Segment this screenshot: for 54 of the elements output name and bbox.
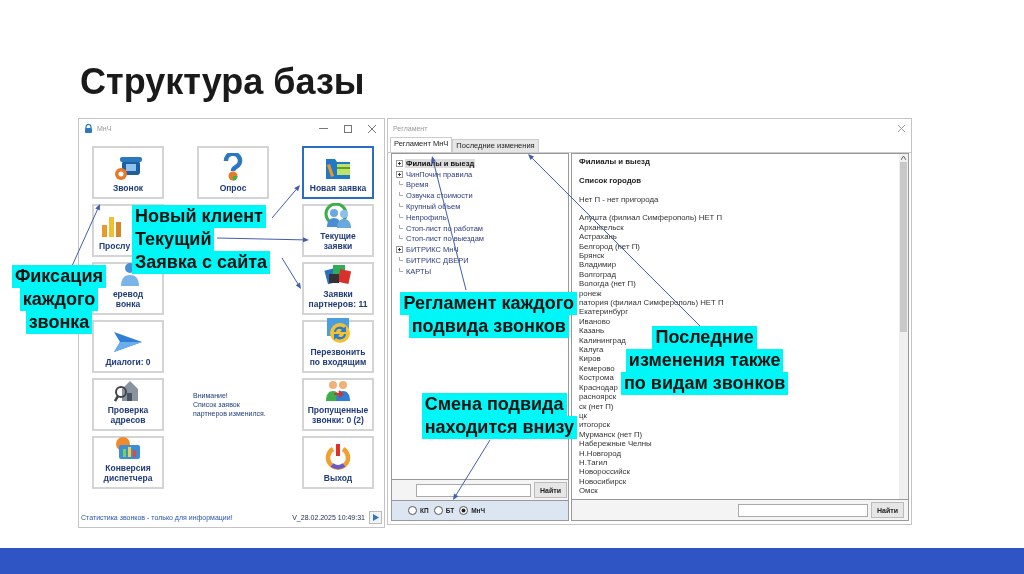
tile-button[interactable]: Текущие заявки	[302, 204, 374, 257]
expand-icon[interactable]	[396, 246, 403, 254]
search-field[interactable]	[738, 503, 868, 517]
tile-button[interactable]: Перезвонить по входящим	[302, 320, 374, 373]
search-field[interactable]	[416, 483, 531, 497]
callout-tooltip: Текущий	[132, 228, 215, 251]
tile-button[interactable]: Пропущенные звонки: 0 (2)	[302, 378, 374, 431]
radio-button[interactable]	[459, 506, 469, 515]
callout-tooltip: каждого	[19, 288, 99, 311]
scrollbar[interactable]	[899, 154, 908, 499]
tree-line-icon	[396, 213, 403, 221]
callout-tooltip: Регламент каждого	[400, 292, 577, 315]
arrow-icon	[112, 329, 144, 355]
callout-tooltip: по видам звонков	[621, 372, 789, 395]
close-icon[interactable]	[368, 124, 376, 133]
people-icon	[323, 203, 353, 229]
question-icon	[221, 153, 245, 181]
tile-button[interactable]: Выход	[302, 436, 374, 489]
arrow	[453, 439, 491, 500]
callout-tooltip: подвида звонков	[408, 315, 569, 338]
callout-tooltip: Заявка с сайта	[132, 251, 271, 274]
tile-button[interactable]: Новая заявка	[302, 146, 374, 199]
tile-button[interactable]: Конверсия диспетчера	[92, 436, 164, 489]
app-icon	[84, 124, 93, 133]
power-icon	[324, 443, 352, 471]
callout-tooltip: Смена подвида	[421, 393, 567, 416]
scroll-up-icon[interactable]	[901, 156, 906, 160]
callout-tooltip: находится внизу	[421, 416, 577, 439]
callout-tooltip: изменения также	[625, 349, 784, 372]
callout-tooltip: Фиксация	[11, 265, 106, 288]
arrow	[271, 185, 300, 219]
callout-tooltip: Новый клиент	[132, 205, 266, 228]
arrow	[281, 257, 301, 289]
slide-title: Структура базы	[80, 60, 365, 104]
callout-tooltip: звонка	[25, 311, 93, 334]
radio-button[interactable]	[408, 506, 417, 515]
radio-button[interactable]	[433, 506, 443, 515]
folder-chart-icon	[114, 435, 142, 461]
next-button[interactable]	[369, 511, 382, 524]
tile-button[interactable]: Опрос	[197, 146, 269, 199]
callout-tooltip: Последние	[652, 326, 757, 349]
minimize-icon[interactable]	[319, 127, 328, 130]
tile-button[interactable]: Заявки партнеров: 11	[302, 262, 374, 315]
close-icon[interactable]	[898, 125, 905, 132]
tree-line-icon	[396, 267, 403, 275]
maximize-icon[interactable]	[344, 124, 352, 133]
tile-button[interactable]: Проверка адресов	[92, 378, 164, 431]
play-icon	[372, 514, 379, 521]
tree-line-icon	[396, 224, 403, 232]
tile-button[interactable]: Диалоги: 0	[92, 320, 164, 373]
tile-button[interactable]: Звонок	[92, 146, 164, 199]
expand-icon[interactable]	[396, 159, 403, 167]
expand-icon[interactable]	[396, 170, 403, 178]
arrow	[71, 204, 100, 267]
